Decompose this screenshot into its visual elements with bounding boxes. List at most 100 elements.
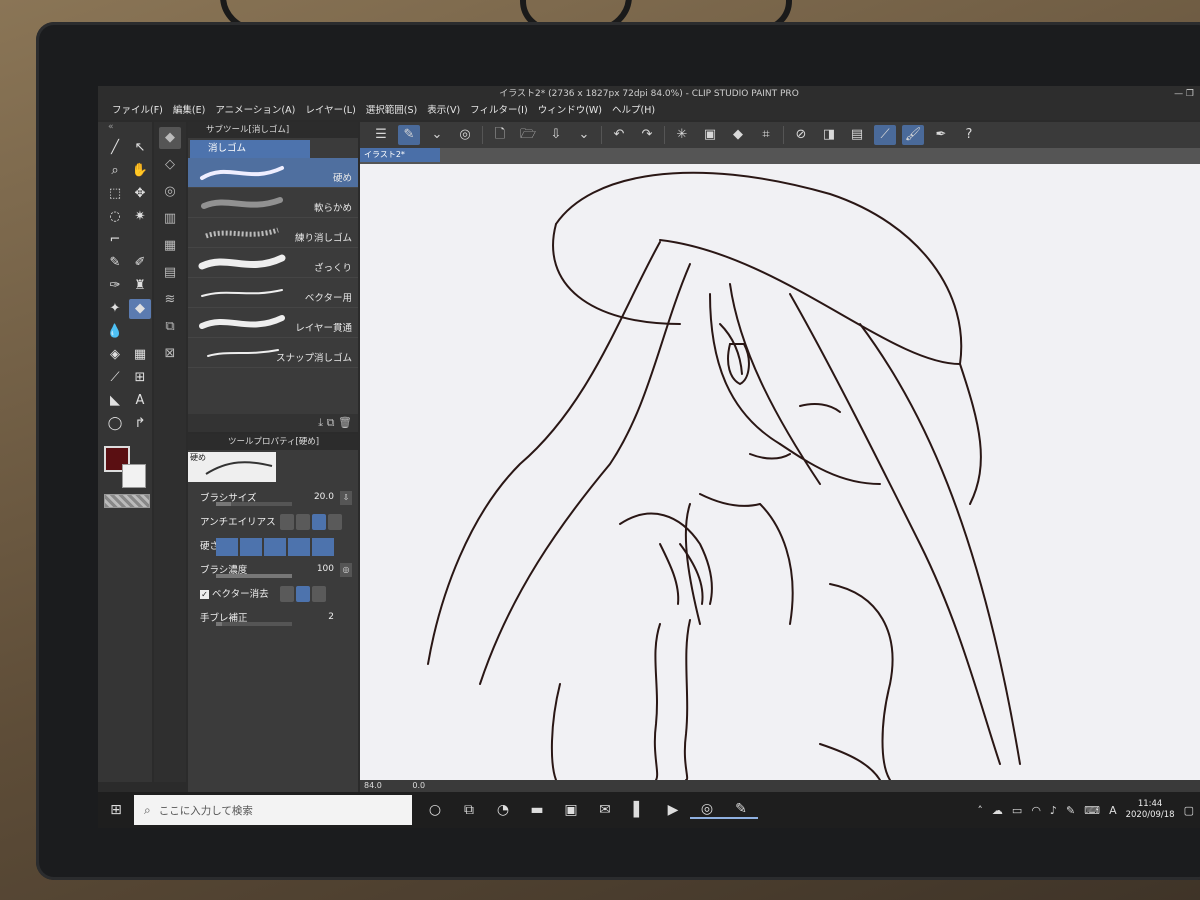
brush-size-slider[interactable] [216, 502, 292, 506]
menu-filter[interactable]: フィルター(I) [470, 102, 528, 120]
brush-tool-icon[interactable]: ✑ [104, 276, 126, 296]
redo-icon[interactable]: ↷ [636, 125, 658, 145]
antialias-mid-button[interactable] [312, 514, 326, 530]
draw-icon[interactable]: ⟋ [874, 125, 896, 145]
eraser-vector-icon[interactable]: ◎ [159, 181, 181, 203]
wifi-icon[interactable]: ◠ [1031, 804, 1041, 817]
hardness-segments[interactable] [216, 538, 334, 556]
pen-icon[interactable]: ✎ [104, 253, 126, 273]
file-explorer-icon[interactable]: ▬ [520, 802, 554, 818]
erase-whole-button[interactable] [312, 586, 326, 602]
office-icon[interactable]: ▌ [622, 802, 656, 818]
window-controls[interactable]: — ❐ [1174, 86, 1194, 102]
history-icon[interactable]: ⊠ [159, 343, 181, 365]
chevron-up-icon[interactable]: ˄ [977, 804, 983, 817]
pencil-icon[interactable]: ✐ [129, 253, 151, 273]
subtool-group-button[interactable]: 消しゴム [190, 140, 310, 158]
stabilization-value[interactable]: 2 [328, 612, 334, 622]
zoom-value[interactable]: 84.0 [364, 781, 382, 790]
onedrive-icon[interactable]: ☁ [992, 804, 1003, 817]
invert-icon[interactable]: ◨ [818, 125, 840, 145]
prime-video-icon[interactable]: ▶ [656, 802, 690, 818]
deselect-icon[interactable]: ⊘ [790, 125, 812, 145]
trash-icon[interactable]: 🗑 [338, 416, 352, 429]
help-icon[interactable]: ? [958, 125, 980, 145]
menu-window[interactable]: ウィンドウ(W) [538, 102, 602, 120]
erase-touched-button[interactable] [280, 586, 294, 602]
airbrush-icon[interactable]: ♜ [129, 276, 151, 296]
pressure-icon[interactable]: ⇩ [340, 491, 352, 505]
brush-icon[interactable]: 🖌 [902, 125, 924, 145]
menu-edit[interactable]: 編集(E) [173, 102, 205, 120]
edge-icon[interactable]: ◔ [486, 802, 520, 818]
layer-icon[interactable]: ▥ [159, 208, 181, 230]
clip-studio-paint-taskbar-icon[interactable]: ✎ [724, 801, 758, 819]
antialias-none-button[interactable] [280, 514, 294, 530]
antialias-strong-button[interactable] [328, 514, 342, 530]
correct-line-icon[interactable]: ↱ [129, 414, 151, 434]
brush-icon[interactable]: ╱ [104, 138, 126, 158]
mail-icon[interactable]: ✉ [588, 802, 622, 818]
object-icon[interactable]: ⬚ [104, 184, 126, 204]
layers-stack-icon[interactable]: ≋ [159, 289, 181, 311]
chevron-down-icon[interactable]: ⌄ [426, 125, 448, 145]
hamburger-icon[interactable]: ☰ [370, 125, 392, 145]
cortana-icon[interactable]: ○ [418, 802, 452, 818]
eraser-icon[interactable]: ◆ [129, 299, 151, 319]
blend-icon[interactable]: 💧 [104, 322, 126, 342]
menu-layer[interactable]: レイヤー(L) [305, 102, 355, 120]
list-item[interactable]: 軟らかめ [188, 188, 358, 218]
windows-start-icon[interactable]: ⊞ [98, 802, 134, 818]
zoom-icon[interactable]: ⌕ [104, 161, 126, 181]
select-layer-icon[interactable]: ▤ [846, 125, 868, 145]
decoration-icon[interactable]: ✦ [104, 299, 126, 319]
brush-size-value[interactable]: 20.0 [314, 492, 334, 502]
background-color[interactable] [122, 464, 146, 488]
operation-icon[interactable]: ↖ [129, 138, 151, 158]
list-item[interactable]: ベクター用 [188, 278, 358, 308]
ruler-icon[interactable]: ◣ [104, 391, 126, 411]
density-slider[interactable] [216, 574, 292, 578]
erase-intersection-button[interactable] [296, 586, 310, 602]
notification-icon[interactable]: ▢ [1184, 804, 1194, 817]
menu-animation[interactable]: アニメーション(A) [215, 102, 295, 120]
menu-selection[interactable]: 選択範囲(S) [366, 102, 417, 120]
clock[interactable]: 11:44 2020/09/18 [1126, 799, 1175, 821]
fill-icon[interactable]: ◆ [727, 125, 749, 145]
open-folder-icon[interactable]: 🗁 [517, 125, 539, 145]
balloon-icon[interactable]: ◯ [104, 414, 126, 434]
stabilization-slider[interactable] [216, 622, 292, 626]
eraser-alt-icon[interactable]: ◇ [159, 154, 181, 176]
density-pressure-icon[interactable]: ◎ [340, 563, 352, 577]
eyedropper-icon[interactable]: ⌐ [104, 230, 126, 250]
eraser-group-icon[interactable]: ◆ [159, 127, 181, 149]
new-file-icon[interactable]: 🗋 [489, 125, 511, 145]
task-view-icon[interactable]: ⧉ [452, 802, 486, 818]
gradient-icon[interactable]: ▦ [129, 345, 151, 365]
search-box[interactable]: ⌕ ここに入力して検索 [134, 795, 412, 825]
keyboard-icon[interactable]: ⌨ [1084, 804, 1100, 817]
angle-value[interactable]: 0.0 [412, 781, 425, 790]
battery-icon[interactable]: ▭ [1012, 804, 1022, 817]
menu-view[interactable]: 表示(V) [427, 102, 460, 120]
layer-property-icon[interactable]: ⧉ [159, 316, 181, 338]
material-icon[interactable]: ▤ [159, 262, 181, 284]
list-item[interactable]: 練り消しゴム [188, 218, 358, 248]
figure-icon[interactable]: ⟋ [104, 368, 126, 388]
collapse-icon[interactable]: « [98, 122, 152, 134]
density-value[interactable]: 100 [317, 564, 334, 574]
move-icon[interactable]: ✥ [129, 184, 151, 204]
antialias-weak-button[interactable] [296, 514, 310, 530]
clip-studio-icon[interactable]: ◎ [454, 125, 476, 145]
vector-erase-checkbox[interactable]: ✓ [200, 590, 209, 599]
clear-icon[interactable]: ▣ [699, 125, 721, 145]
document-tab[interactable]: イラスト2* [360, 148, 440, 162]
volume-icon[interactable]: ♪ [1050, 804, 1057, 817]
ime-indicator[interactable]: A [1109, 804, 1117, 817]
tool-property-tab[interactable]: ツールプロパティ[硬め] [188, 434, 358, 450]
pen-tray-icon[interactable]: ✎ [1066, 804, 1075, 817]
hand-icon[interactable]: ✋ [129, 161, 151, 181]
chevron-down-icon[interactable]: ⌄ [573, 125, 595, 145]
fill-icon[interactable]: ◈ [104, 345, 126, 365]
list-item[interactable]: ざっくり [188, 248, 358, 278]
